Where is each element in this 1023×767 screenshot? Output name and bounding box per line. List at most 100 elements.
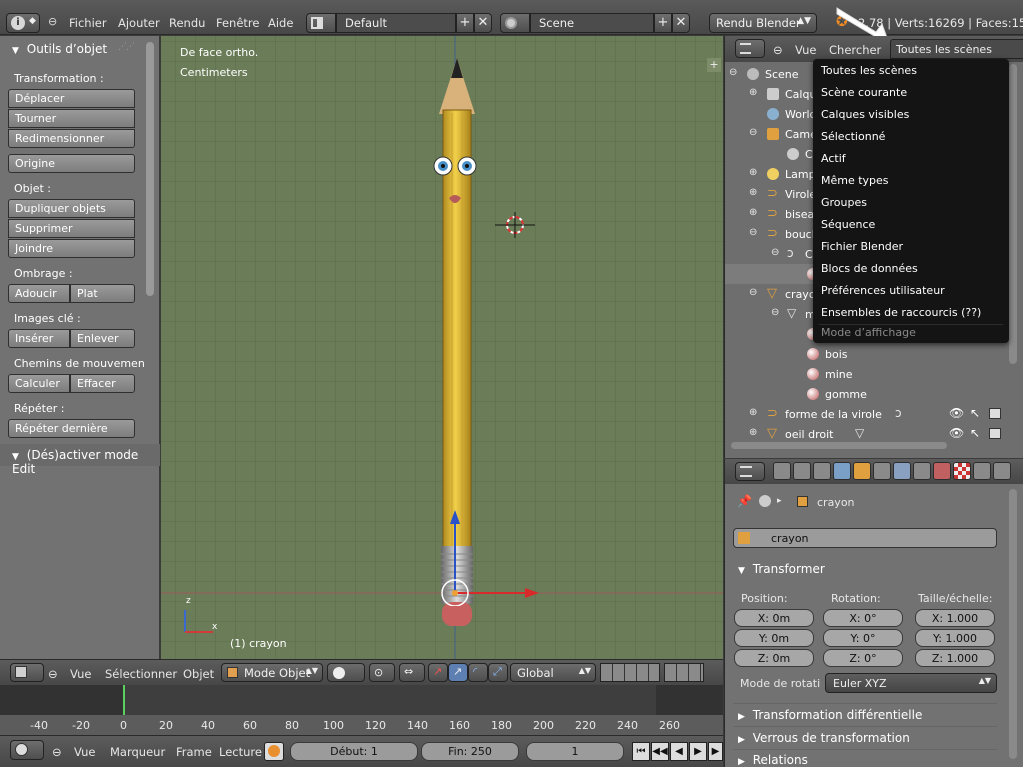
object-tab-cube-icon[interactable] [853, 462, 871, 480]
eye-icon[interactable]: 👁 [949, 406, 964, 420]
dropdown-item-visible-layers[interactable]: Calques visibles [821, 108, 909, 121]
pin-icon[interactable]: 📌 [737, 494, 752, 508]
menu-frame[interactable]: Frame [176, 745, 212, 759]
origin-button[interactable]: Origine [8, 154, 135, 173]
editor-type-outliner-button[interactable] [735, 39, 765, 58]
remove-scene-button[interactable]: ✕ [672, 13, 690, 33]
delta-transform-panel-header[interactable]: ▶ Transformation différentielle [733, 703, 997, 725]
clear-paths-button[interactable]: Effacer [70, 374, 135, 393]
cursor-select-icon[interactable]: ↖ [970, 426, 980, 440]
particles-tab-icon[interactable] [973, 462, 991, 480]
transform-panel-header[interactable]: ▼ Transformer [733, 558, 997, 580]
rotate-tool-toggle[interactable]: ◜ [468, 663, 488, 682]
object-name-field[interactable]: crayon [733, 528, 997, 548]
pivot-point-select[interactable]: ⊙ [369, 663, 395, 682]
menu-chercher[interactable]: Chercher [829, 43, 881, 57]
repeat-last-button[interactable]: Répéter dernière [8, 419, 135, 438]
outliner-vertical-scrollbar[interactable] [1009, 64, 1017, 364]
location-z-field[interactable]: Z: 0m [734, 649, 814, 667]
transform-locks-panel-header[interactable]: ▶ Verrous de transformation [733, 726, 997, 748]
render-engine-select[interactable]: Rendu Blender ▲▼ [709, 13, 817, 33]
material-tab-icon[interactable] [933, 462, 951, 480]
scene-browse-button[interactable] [500, 13, 530, 33]
viewport-3d[interactable]: De face ortho. Centimeters z x (1) crayo… [161, 36, 723, 659]
join-button[interactable]: Joindre [8, 239, 135, 258]
calculate-paths-button[interactable]: Calculer [8, 374, 70, 393]
dropdown-item-datablocks[interactable]: Blocs de données [821, 262, 918, 275]
editor-type-timeline-button[interactable] [10, 740, 44, 760]
outliner-horizontal-scrollbar[interactable] [731, 442, 947, 449]
mode-select[interactable]: Mode Objet ▲▼ [221, 663, 323, 682]
collapse-menus-icon[interactable]: ⊖ [773, 43, 783, 57]
dropdown-item-active[interactable]: Actif [821, 152, 846, 165]
menu-vue[interactable]: Vue [74, 745, 95, 759]
camera-render-icon[interactable] [989, 428, 1001, 439]
collapse-minus-icon[interactable]: ⊖ [771, 247, 779, 258]
remove-keyframe-button[interactable]: Enlever [70, 329, 135, 348]
outliner-row-oeil-droit[interactable]: ⊕ ▽ oeil droit ▽ 👁 ↖ [725, 424, 1009, 444]
scale-button[interactable]: Redimensionner [8, 129, 135, 148]
outliner-row-bois[interactable]: bois [725, 344, 1009, 364]
previous-keyframe-button[interactable]: ◀◀ [651, 742, 669, 761]
collapse-minus-icon[interactable]: ⊖ [771, 307, 779, 318]
collapse-minus-icon[interactable]: ⊖ [749, 127, 757, 138]
end-frame-field[interactable]: Fin: 250 [421, 742, 519, 761]
viewport-shading-select[interactable] [327, 663, 365, 682]
play-button[interactable]: ▶ [689, 742, 707, 761]
render-layers-tab-icon[interactable] [793, 462, 811, 480]
scale-y-field[interactable]: Y: 1.000 [915, 629, 995, 647]
insert-keyframe-button[interactable]: Insérer [8, 329, 70, 348]
layer-buttons-group-1[interactable] [600, 663, 660, 682]
screen-layout-field[interactable]: Default [336, 13, 456, 33]
next-keyframe-button[interactable]: ▶ [708, 742, 723, 761]
viewport-plus-icon[interactable]: + [707, 58, 721, 72]
collapse-menus-icon[interactable]: ⊖ [48, 15, 57, 28]
editor-type-3d-button[interactable] [10, 663, 44, 682]
tool-shelf-scrollbar[interactable] [146, 42, 154, 296]
menu-aide[interactable]: Aide [268, 16, 293, 30]
add-scene-button[interactable]: + [654, 13, 672, 33]
display-mode-select[interactable]: Toutes les scènes [890, 39, 1023, 59]
collapse-menus-icon[interactable]: ⊖ [48, 667, 58, 681]
expand-plus-icon[interactable]: ⊕ [749, 187, 757, 198]
outliner-row-mine[interactable]: mine [725, 364, 1009, 384]
dropdown-item-user-preferences[interactable]: Préférences utilisateur [821, 284, 945, 297]
add-screen-button[interactable]: + [456, 13, 474, 33]
dropdown-item-blend-file[interactable]: Fichier Blender [821, 240, 903, 253]
remove-screen-button[interactable]: ✕ [474, 13, 492, 33]
texture-tab-icon[interactable] [953, 462, 971, 480]
move-button[interactable]: Déplacer [8, 89, 135, 108]
3d-cursor-icon[interactable] [495, 212, 535, 238]
menu-vue[interactable]: Vue [70, 667, 91, 681]
timeline[interactable]: -40 -20 0 20 40 60 80 100 120 140 160 18… [0, 685, 723, 735]
outliner-row-gomme[interactable]: gomme [725, 384, 1009, 404]
modifiers-tab-wrench-icon[interactable] [893, 462, 911, 480]
current-frame-indicator[interactable] [123, 685, 125, 715]
scene-field[interactable]: Scene [530, 13, 654, 33]
menu-fenetre[interactable]: Fenêtre [216, 16, 259, 30]
relations-panel-header[interactable]: ▶ Relations [733, 749, 997, 767]
dropdown-item-current-scene[interactable]: Scène courante [821, 86, 907, 99]
shade-smooth-button[interactable]: Adoucir [8, 284, 70, 303]
editor-type-info-button[interactable]: i ◆ [6, 13, 40, 33]
collapse-minus-icon[interactable]: ⊖ [749, 287, 757, 298]
collapse-minus-icon[interactable]: ⊖ [749, 227, 757, 238]
translate-manipulator-toggle[interactable]: ↗ [428, 663, 448, 682]
dropdown-item-selected[interactable]: Sélectionné [821, 130, 885, 143]
layer-buttons-group-2[interactable] [664, 663, 704, 682]
location-x-field[interactable]: X: 0m [734, 609, 814, 627]
scale-x-field[interactable]: X: 1.000 [915, 609, 995, 627]
menu-fichier[interactable]: Fichier [69, 16, 107, 30]
scale-tool-toggle[interactable]: ⤢ [488, 663, 508, 682]
collapse-menus-icon[interactable]: ⊖ [52, 745, 62, 759]
cursor-select-icon[interactable]: ↖ [970, 406, 980, 420]
rotation-mode-select[interactable]: Euler XYZ ▲▼ [825, 673, 997, 693]
data-tab-mesh-icon[interactable] [913, 462, 931, 480]
world-tab-icon[interactable] [833, 462, 851, 480]
location-y-field[interactable]: Y: 0m [734, 629, 814, 647]
transform-orientation-select[interactable]: Global ▲▼ [510, 663, 596, 682]
expand-plus-icon[interactable]: ⊕ [749, 87, 757, 98]
screen-layout-browse-button[interactable] [306, 13, 336, 33]
expand-plus-icon[interactable]: ⊕ [749, 167, 757, 178]
menu-rendu[interactable]: Rendu [169, 16, 205, 30]
